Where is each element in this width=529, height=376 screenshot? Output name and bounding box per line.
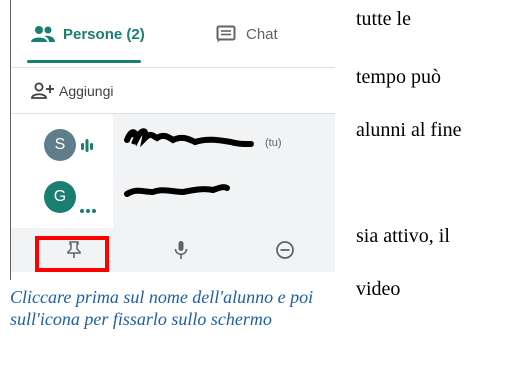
avatar: G <box>44 181 76 213</box>
tab-people[interactable]: Persone (2) <box>31 0 181 68</box>
redacted-name <box>124 128 254 148</box>
tab-people-label: Persone (2) <box>63 25 145 43</box>
mute-button[interactable] <box>151 228 211 272</box>
redacted-name <box>124 184 230 197</box>
tab-chat-label: Chat <box>246 25 278 43</box>
figure-caption: Cliccare prima sul nome dell'alunno e po… <box>10 287 314 329</box>
tab-chat[interactable]: Chat <box>216 0 326 68</box>
doc-text-line-5: video <box>356 278 401 300</box>
participant-row[interactable]: G <box>11 174 335 220</box>
people-icon <box>31 25 55 43</box>
microphone-icon <box>174 240 188 260</box>
add-person-icon <box>31 82 55 100</box>
more-dots-icon <box>80 200 96 218</box>
doc-text-line-4: sia attivo, il <box>356 225 450 247</box>
panel-tabs: Persone (2) Chat <box>11 0 335 68</box>
chat-icon <box>216 25 236 43</box>
active-tab-indicator <box>27 60 141 63</box>
remove-icon <box>275 240 295 260</box>
doc-text-line-1: tutte le <box>356 8 411 30</box>
speaking-icon <box>81 137 93 158</box>
you-tag: (tu) <box>265 137 282 149</box>
doc-text-line-3: alunni al fine <box>356 119 462 141</box>
remove-button[interactable] <box>255 228 315 272</box>
pin-highlight-box <box>35 236 109 272</box>
avatar: S <box>44 129 76 161</box>
participant-row[interactable]: S (tu) <box>11 122 335 168</box>
doc-text-line-2: tempo può <box>356 66 441 88</box>
add-people-label: Aggiungi <box>59 83 114 99</box>
add-people-button[interactable]: Aggiungi <box>11 68 335 114</box>
